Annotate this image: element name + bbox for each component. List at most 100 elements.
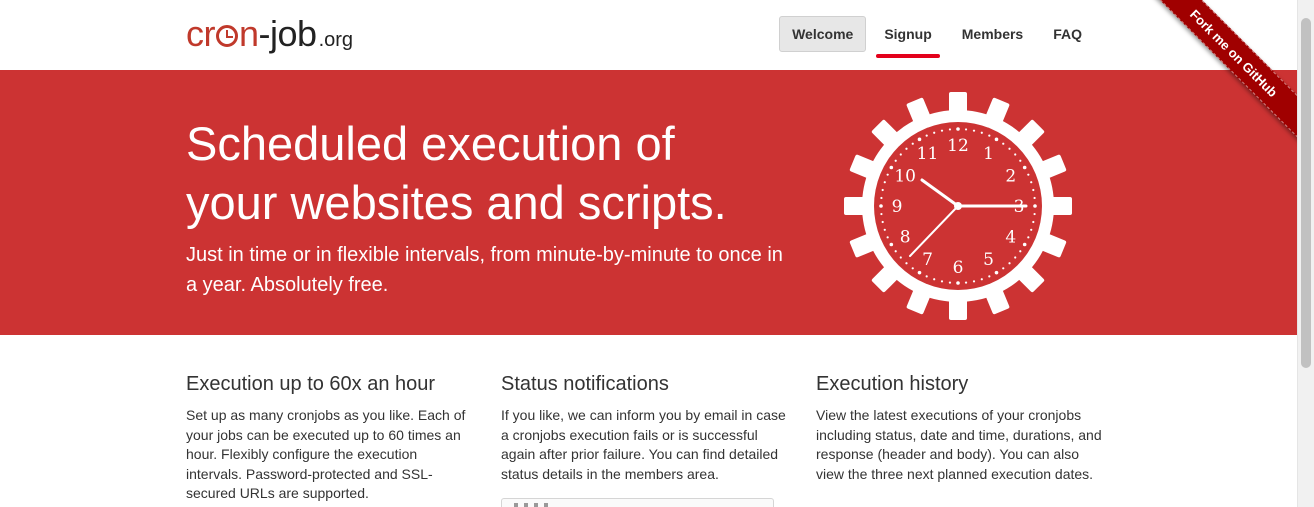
clock-minute-dot: [880, 196, 883, 200]
clock-number: 9: [892, 197, 903, 217]
clock-minute-dot: [880, 212, 883, 216]
feature-history-text: View the latest executions of your cronj…: [816, 407, 1102, 482]
clock-minute-dot: [925, 134, 928, 137]
clock-minute-dot: [972, 129, 976, 132]
hero-title-line-2: your websites and scripts.: [186, 176, 727, 229]
screenshot-toolbar: [514, 503, 548, 507]
main-nav: Welcome Signup Members FAQ: [779, 16, 1094, 58]
clock-minute-dot: [925, 275, 928, 278]
clock-minute-dot: [988, 275, 991, 278]
notification-screenshot-preview: [501, 498, 774, 507]
clock-minute-dot: [879, 204, 883, 208]
clock-minute-dot: [940, 129, 944, 132]
clock-minute-dot: [1019, 159, 1022, 162]
clock-minute-dot: [917, 137, 922, 142]
clock-minute-dot: [940, 280, 944, 283]
logo-org: .org: [318, 29, 354, 51]
nav-members-label: Members: [961, 26, 1024, 42]
clock-minute-dot: [899, 153, 902, 156]
clock-number: 5: [983, 250, 994, 270]
clock-number: 7: [922, 250, 933, 270]
clock-minute-dot: [1002, 142, 1005, 145]
clock-minute-dot: [1027, 173, 1030, 176]
logo-cron: cr n: [186, 12, 259, 56]
clock-number: 10: [894, 167, 916, 187]
clock-minute-dot: [883, 228, 886, 231]
clock-minute-dot: [1033, 196, 1036, 200]
clock-minute-dot: [1008, 147, 1011, 150]
site-header: cr n -job .org Welcome Signup Members FAQ: [0, 0, 1297, 70]
clock-minute-dot: [886, 173, 889, 176]
clock-minute-dot: [980, 131, 983, 134]
clock-minute-dot: [933, 278, 936, 281]
feature-notifications: Status notifications If you like, we can…: [501, 372, 791, 484]
feature-notifications-title: Status notifications: [501, 373, 669, 395]
clock-minute-dot: [964, 281, 968, 284]
nav-signup[interactable]: Signup: [872, 16, 943, 58]
gear-clock-icon: 121234567891011: [844, 92, 1072, 320]
clock-number: 12: [947, 136, 969, 156]
feature-history: Execution history View the latest execut…: [816, 372, 1106, 484]
clock-minute-dot: [911, 142, 914, 145]
clock-minute-dot: [956, 281, 960, 285]
clock-minute-dot: [1030, 181, 1033, 184]
clock-minute-dot: [894, 159, 897, 162]
signup-highlight-underline: [876, 54, 940, 58]
feature-execution-title: Execution up to 60x an hour: [186, 373, 436, 395]
clock-minute-dot: [1030, 228, 1033, 231]
clock-minute-dot: [911, 267, 914, 270]
clock-number: 6: [953, 258, 964, 278]
nav-faq[interactable]: FAQ: [1041, 16, 1094, 52]
clock-minute-dot: [889, 165, 894, 170]
nav-members[interactable]: Members: [950, 16, 1035, 52]
page-scrollbar[interactable]: [1297, 0, 1314, 507]
clock-minute-dot: [994, 137, 999, 142]
logo-cron-suffix: n: [239, 13, 259, 54]
logo-job: -job: [258, 13, 318, 54]
clock-minute-dot: [964, 128, 968, 131]
clock-center: [954, 202, 962, 210]
clock-number: 1: [983, 144, 994, 164]
nav-welcome[interactable]: Welcome: [779, 16, 867, 52]
hero-subtitle: Just in time or in flexible intervals, f…: [186, 244, 783, 296]
nav-signup-label: Signup: [884, 26, 932, 42]
clock-minute-dot: [1002, 267, 1005, 270]
clock-minute-dot: [881, 220, 884, 224]
clock-minute-dot: [972, 280, 976, 283]
clock-minute-dot: [1032, 188, 1035, 192]
clock-minute-dot: [881, 188, 884, 192]
clock-number: 8: [900, 228, 911, 248]
clock-minute-dot: [1014, 153, 1017, 156]
clock-minute-dot: [1008, 262, 1011, 265]
github-ribbon-container: Fork me on GitHub: [1147, 0, 1297, 150]
hero-banner: Scheduled execution of your websites and…: [0, 70, 1297, 335]
clock-minute-dot: [1022, 242, 1027, 247]
clock-minute-dot: [886, 236, 889, 239]
clock-minute-dot: [1033, 212, 1036, 216]
clock-minute-dot: [1019, 250, 1022, 253]
clock-icon: [216, 25, 238, 47]
clock-minute-dot: [933, 131, 936, 134]
clock-minute-dot: [956, 127, 960, 131]
site-logo[interactable]: cr n -job .org: [186, 12, 353, 56]
hero-title-line-1: Scheduled execution of: [186, 117, 675, 170]
scrollbar-thumb[interactable]: [1301, 18, 1311, 368]
fork-on-github-ribbon[interactable]: Fork me on GitHub: [1147, 0, 1297, 145]
feature-execution: Execution up to 60x an hour Set up as ma…: [186, 372, 476, 504]
feature-notifications-text: If you like, we can inform you by email …: [501, 407, 786, 482]
clock-minute-dot: [1014, 256, 1017, 259]
clock-minute-dot: [948, 281, 952, 284]
nav-faq-label: FAQ: [1053, 26, 1082, 42]
clock-minute-dot: [1032, 220, 1035, 224]
clock-minute-dot: [889, 242, 894, 247]
hero-title: Scheduled execution of your websites and…: [186, 114, 806, 232]
clock-number: 11: [917, 144, 939, 164]
feature-history-title: Execution history: [816, 373, 969, 395]
clock-minute-dot: [1022, 165, 1027, 170]
clock-minute-dot: [980, 278, 983, 281]
clock-minute-dot: [1027, 236, 1030, 239]
feature-execution-text: Set up as many cronjobs as you like. Eac…: [186, 407, 466, 501]
clock-minute-dot: [917, 270, 922, 275]
clock-minute-dot: [994, 270, 999, 275]
clock-number: 2: [1005, 167, 1016, 187]
